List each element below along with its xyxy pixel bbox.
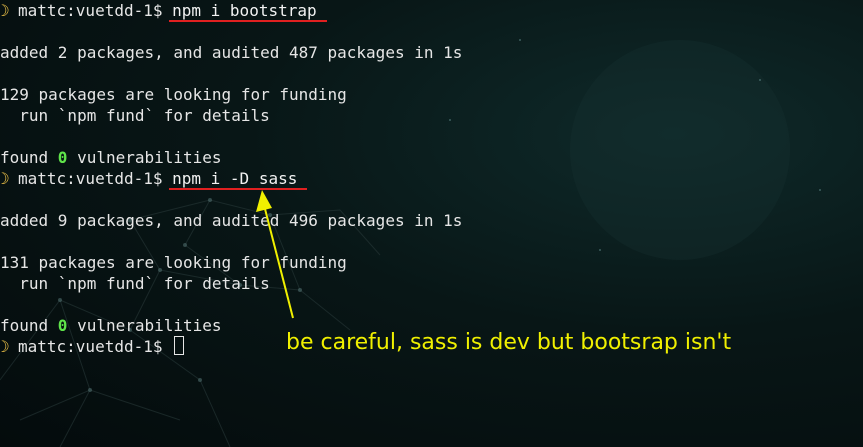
output-text: added 9 packages, and audited 496 packag… (0, 211, 463, 230)
terminal-line: 129 packages are looking for funding (0, 84, 863, 105)
terminal-line: 131 packages are looking for funding (0, 252, 863, 273)
terminal-line: found 0 vulnerabilities (0, 147, 863, 168)
vuln-suffix: vulnerabilities (67, 316, 222, 335)
command-value: npm i bootstrap (172, 1, 317, 20)
vuln-prefix: found (0, 316, 58, 335)
output-text: run `npm fund` for details (0, 274, 270, 293)
terminal-cursor[interactable] (174, 336, 185, 355)
terminal-line: ☽ mattc:vuetdd-1$ npm i bootstrap (0, 0, 863, 22)
prompt-label: mattc:vuetdd-1$ (18, 1, 173, 20)
vuln-prefix: found (0, 148, 58, 167)
prompt-label: mattc:vuetdd-1$ (18, 169, 173, 188)
terminal-output[interactable]: ☽ mattc:vuetdd-1$ npm i bootstrap added 2 … (0, 0, 863, 447)
vuln-count: 0 (57, 148, 68, 167)
output-text: 131 packages are looking for funding (0, 253, 347, 272)
terminal-line: added 2 packages, and audited 487 packag… (0, 42, 863, 63)
command-text: npm i bootstrap (169, 0, 327, 22)
output-text: 129 packages are looking for funding (0, 85, 347, 104)
terminal-line: run `npm fund` for details (0, 273, 863, 294)
vuln-suffix: vulnerabilities (67, 148, 222, 167)
output-text: run `npm fund` for details (0, 106, 270, 125)
command-value: npm i -D sass (172, 169, 298, 188)
annotation-note: be careful, sass is dev but bootsrap isn… (286, 330, 732, 355)
terminal-line: ☽ mattc:vuetdd-1$ npm i -D sass (0, 168, 863, 190)
terminal-line: added 9 packages, and audited 496 packag… (0, 210, 863, 231)
command-text: npm i -D sass (169, 168, 308, 190)
vuln-count: 0 (57, 316, 68, 335)
crescent-moon-icon: ☽ (0, 169, 10, 188)
output-text: added 2 packages, and audited 487 packag… (0, 43, 463, 62)
crescent-moon-icon: ☽ (0, 1, 10, 20)
terminal-line: run `npm fund` for details (0, 105, 863, 126)
prompt-label: mattc:vuetdd-1$ (18, 337, 173, 356)
crescent-moon-icon: ☽ (0, 337, 10, 356)
